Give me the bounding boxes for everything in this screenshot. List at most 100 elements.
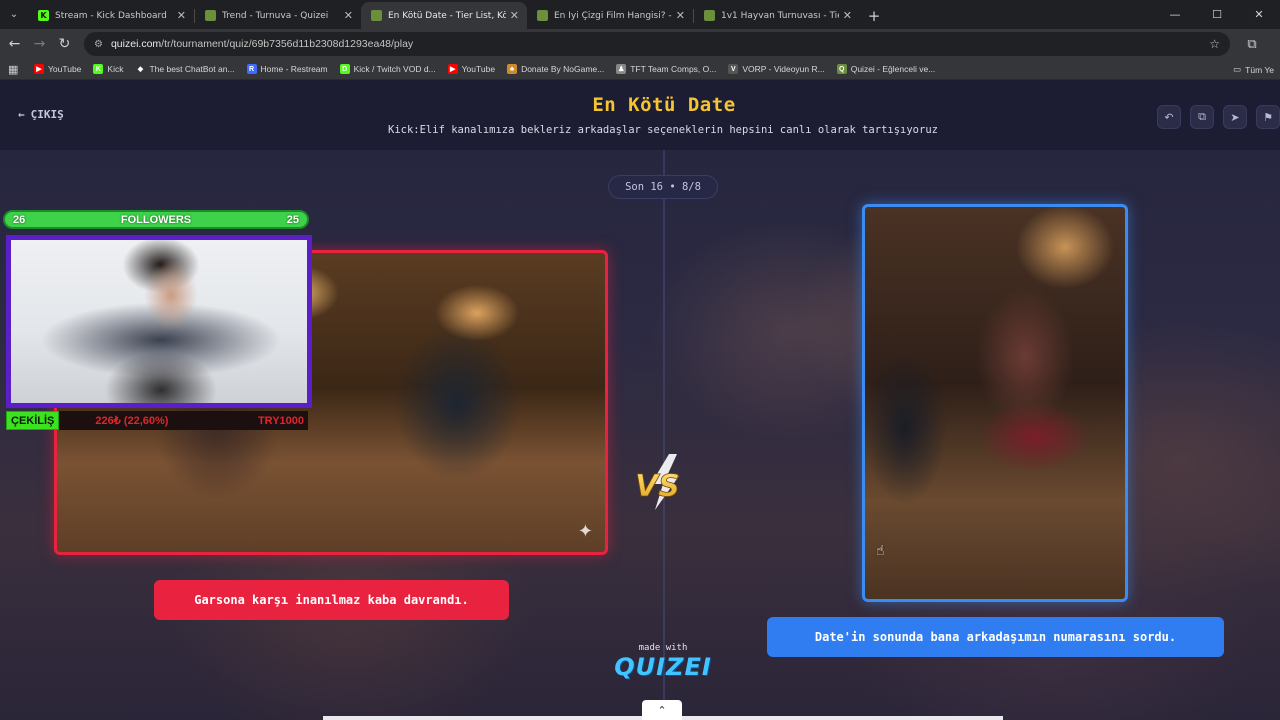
tab-close-icon[interactable]: ✕ — [177, 9, 186, 22]
tab-favicon-icon — [371, 10, 382, 21]
bookmark-label: Home - Restream — [260, 64, 328, 74]
bookmark-item[interactable]: ♣ Donate By NoGame... — [507, 64, 604, 74]
reload-icon[interactable]: ↻ — [52, 29, 77, 59]
back-icon[interactable]: ← — [2, 29, 27, 59]
bookmark-label: Quizei - Eğlenceli ve... — [850, 64, 936, 74]
bookmarks-bar: ▦ ▶ YouTube K Kick ◆ The best ChatBot an... R H… — [0, 59, 1280, 80]
apps-grid-icon[interactable]: ▦ — [8, 63, 34, 76]
bookmark-label: YouTube — [461, 64, 496, 74]
tab-favicon-icon — [205, 10, 216, 21]
bookmark-favicon-icon: K — [93, 64, 104, 74]
followers-goal-bar: 26 FOLLOWERS 25 — [3, 210, 309, 229]
send-icon[interactable]: ➤ — [1223, 105, 1247, 129]
browser-tab-strip: ⌄ K Stream - Kick Dashboard ✕ Trend - Turnu… — [0, 0, 1280, 29]
bookmark-favicon-icon: ▶ — [447, 64, 458, 74]
made-with-label: made with — [638, 643, 688, 653]
bookmark-item[interactable]: V VORP - Videoyun R... — [728, 64, 825, 74]
header-actions: ↶ ⧉ ➤ ⚑ — [1157, 105, 1280, 129]
close-window-icon[interactable]: ✕ — [1238, 0, 1280, 29]
extensions-icon[interactable]: ⧉ — [1240, 29, 1264, 59]
bookmark-favicon-icon: ♟ — [616, 64, 627, 74]
giveaway-target: TRY1000 — [257, 414, 304, 427]
followers-label: FOLLOWERS — [120, 213, 192, 226]
undo-icon[interactable]: ↶ — [1157, 105, 1181, 129]
bookmark-favicon-icon: V — [728, 64, 739, 74]
option-right-caption[interactable]: Date'in sonunda bana arkadaşımın numaras… — [767, 617, 1224, 657]
giveaway-amount: 226₺ (22,60%) — [95, 415, 169, 427]
quizei-logo[interactable]: QUIZEI — [600, 653, 726, 681]
tab-close-icon[interactable]: ✕ — [344, 9, 353, 22]
flag-icon[interactable]: ⚑ — [1256, 105, 1280, 129]
bookmark-item[interactable]: D Kick / Twitch VOD d... — [339, 64, 436, 74]
site-info-icon[interactable]: ⚙ — [94, 39, 103, 50]
bookmark-label: VORP - Videoyun R... — [742, 64, 825, 74]
all-bookmarks-label: Tüm Ye — [1245, 64, 1274, 75]
tab-favicon-icon — [704, 10, 715, 21]
browser-tab[interactable]: En Kötü Date - Tier List, Kör Sıra ✕ — [361, 2, 527, 29]
share-icon[interactable]: ⧉ — [1190, 105, 1214, 129]
bookmark-star-icon[interactable]: ☆ — [1209, 37, 1220, 51]
browser-tab[interactable]: En İyi Çizgi Film Hangisi? - Tier ✕ — [527, 2, 693, 29]
bookmark-label: TFT Team Comps, O... — [630, 64, 717, 74]
bookmark-label: Kick — [107, 64, 124, 74]
tab-title: En İyi Çizgi Film Hangisi? - Tier — [554, 10, 672, 21]
vs-lightning-icon: VS — [635, 454, 680, 510]
tab-favicon-icon: K — [38, 10, 49, 21]
bookmark-item[interactable]: ◆ The best ChatBot an... — [135, 64, 235, 74]
all-bookmarks[interactable]: ▭ Tüm Ye — [1233, 59, 1274, 79]
chevron-up-icon[interactable]: ⌃ — [642, 700, 682, 720]
tab-close-icon[interactable]: ✕ — [510, 9, 519, 22]
followers-target: 25 — [286, 213, 299, 226]
url-host: quizei.com — [110, 38, 162, 50]
minimize-icon[interactable]: — — [1154, 0, 1196, 29]
tab-favicon-icon — [537, 10, 548, 21]
tab-title: Stream - Kick Dashboard — [55, 10, 167, 21]
bookmark-item[interactable]: ▶ YouTube — [447, 64, 496, 74]
page-header: ← ÇIKIŞ En Kötü Date Kick:Elif kanalımız… — [0, 80, 1280, 150]
bookmark-favicon-icon: Q — [836, 64, 847, 74]
tab-close-icon[interactable]: ✕ — [843, 9, 852, 22]
giveaway-label: ÇEKİLİŞ — [6, 411, 60, 430]
giveaway-bar: ÇEKİLİŞ 226₺ (22,60%) TRY1000 — [6, 411, 308, 430]
bookmark-label: Donate By NoGame... — [521, 64, 605, 74]
bookmark-item[interactable]: K Kick — [93, 64, 123, 74]
bookmark-favicon-icon: ♣ — [507, 64, 518, 74]
webcam-video — [11, 240, 307, 403]
address-bar[interactable]: ⚙ quizei.com /tr/tournament/quiz/69b7356… — [84, 32, 1230, 56]
new-tab-button[interactable]: + — [860, 2, 888, 29]
url-path: /tr/tournament/quiz/69b7356d11b2308d1293… — [161, 38, 414, 50]
hand-cursor-icon: ☝ — [876, 543, 885, 559]
folder-icon: ▭ — [1233, 64, 1242, 74]
tab-close-icon[interactable]: ✕ — [676, 9, 685, 22]
bookmark-item[interactable]: ▶ YouTube — [34, 64, 81, 74]
bookmark-item[interactable]: ♟ TFT Team Comps, O... — [616, 64, 716, 74]
center-divider — [663, 150, 665, 720]
bookmark-favicon-icon: R — [246, 64, 257, 74]
bookmark-favicon-icon: D — [339, 64, 350, 74]
page-title: En Kötü Date — [592, 94, 736, 116]
tab-title: En Kötü Date - Tier List, Kör Sıra — [388, 10, 506, 21]
round-indicator: Son 16 • 8/8 — [608, 175, 718, 199]
option-right-image[interactable] — [862, 204, 1128, 602]
bookmark-label: YouTube — [48, 64, 82, 74]
quiz-page: ← ÇIKIŞ En Kötü Date Kick:Elif kanalımız… — [0, 80, 1280, 720]
bookmark-favicon-icon: ▶ — [34, 64, 44, 74]
followers-current: 26 — [13, 213, 26, 226]
webcam-frame — [6, 235, 312, 408]
sparkle-icon: ✦ — [577, 521, 593, 542]
tab-title: Trend - Turnuva - Quizei — [222, 10, 329, 21]
svg-text:VS: VS — [635, 469, 680, 504]
tab-search-icon[interactable]: ⌄ — [0, 0, 28, 29]
bookmark-item[interactable]: R Home - Restream — [246, 64, 328, 74]
forward-icon[interactable]: → — [27, 29, 52, 59]
bookmark-favicon-icon: ◆ — [137, 66, 144, 73]
tab-title: 1v1 Hayvan Turnuvası - Tier List — [721, 10, 839, 21]
maximize-icon[interactable]: ☐ — [1196, 0, 1238, 29]
bookmark-item[interactable]: Q Quizei - Eğlenceli ve... — [836, 64, 936, 74]
browser-tab[interactable]: K Stream - Kick Dashboard ✕ — [28, 2, 194, 29]
browser-tab[interactable]: 1v1 Hayvan Turnuvası - Tier List ✕ — [694, 2, 860, 29]
browser-toolbar: ← → ↻ ⚙ quizei.com /tr/tournament/quiz/6… — [0, 29, 1280, 59]
option-left-caption[interactable]: Garsona karşı inanılmaz kaba davrandı. — [154, 580, 509, 620]
browser-tab[interactable]: Trend - Turnuva - Quizei ✕ — [195, 2, 361, 29]
bookmark-label: The best ChatBot an... — [149, 64, 235, 74]
